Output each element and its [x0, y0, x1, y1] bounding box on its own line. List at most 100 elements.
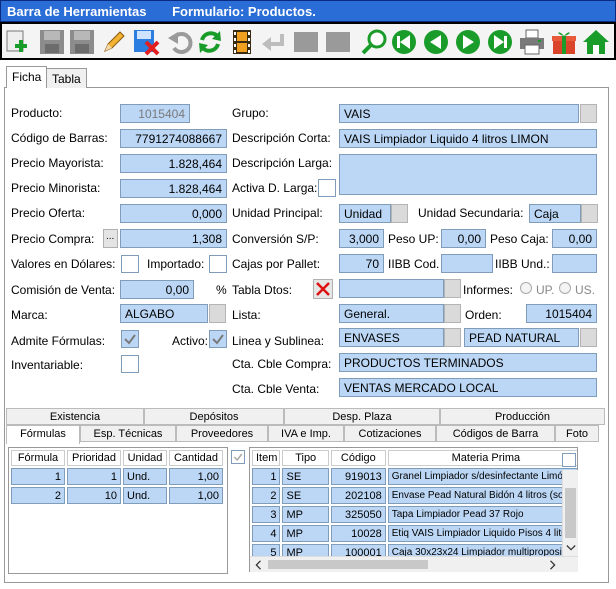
- next-button[interactable]: [454, 28, 482, 56]
- delete-button[interactable]: [132, 28, 160, 56]
- cta-compra-field[interactable]: PRODUCTOS TERMINADOS: [339, 353, 597, 372]
- iibb-cod-field[interactable]: [441, 254, 493, 273]
- materias-vertical-scrollbar[interactable]: [562, 470, 578, 556]
- item-cell[interactable]: 3: [252, 506, 281, 523]
- precio-oferta-field[interactable]: 0,000: [120, 204, 227, 223]
- marca-field[interactable]: ALGABO: [120, 304, 208, 323]
- item-cell[interactable]: 4: [252, 525, 281, 542]
- unidad-secundaria-field[interactable]: Caja: [529, 204, 581, 223]
- iibb-und-field[interactable]: [552, 254, 597, 273]
- blank-button-2[interactable]: [324, 28, 352, 56]
- edit-button[interactable]: [100, 28, 128, 56]
- unidad-cell[interactable]: Und.: [123, 468, 167, 485]
- blank-button-1[interactable]: [292, 28, 320, 56]
- tab-proveedores[interactable]: Proveedores: [176, 425, 268, 442]
- table-row[interactable]: 3 MP 325050 Tapa Limpiador Pead 37 Rojo: [252, 506, 577, 523]
- materias-select-checkbox[interactable]: [562, 453, 576, 467]
- informes-us-radio[interactable]: [559, 282, 571, 294]
- cantidad-cell[interactable]: 1,00: [169, 468, 223, 485]
- materia-cell[interactable]: Envase Pead Natural Bidón 4 litros (sopl: [387, 487, 577, 504]
- desc-corta-field[interactable]: VAIS Limpiador Liquido 4 litros LIMON: [339, 129, 597, 148]
- codigo-cell[interactable]: 919013: [330, 468, 386, 485]
- tab-existencia[interactable]: Existencia: [6, 408, 144, 425]
- informes-up-radio[interactable]: [520, 282, 532, 294]
- codigo-cell[interactable]: 202108: [330, 487, 386, 504]
- tipo-cell[interactable]: MP: [282, 506, 329, 523]
- item-cell[interactable]: 1: [252, 468, 281, 485]
- precio-compra-lookup-button[interactable]: ...: [103, 229, 118, 248]
- valores-dolares-checkbox[interactable]: [121, 255, 139, 273]
- item-cell[interactable]: 2: [252, 487, 281, 504]
- grupo-dropdown[interactable]: [580, 104, 597, 123]
- tab-formulas[interactable]: Fórmulas: [6, 425, 80, 444]
- scroll-thumb[interactable]: [268, 560, 428, 569]
- peso-up-field[interactable]: 0,00: [441, 229, 486, 248]
- unidad-secundaria-dropdown[interactable]: [581, 204, 598, 223]
- table-row[interactable]: 1 SE 919013 Granel Limpiador s/desinfect…: [252, 468, 577, 485]
- home-button[interactable]: [582, 28, 610, 56]
- tab-tabla[interactable]: Tabla: [46, 68, 87, 88]
- formula-cell[interactable]: 2: [11, 487, 65, 504]
- tab-produccion[interactable]: Producción: [440, 408, 605, 425]
- admite-formulas-checkbox[interactable]: [121, 330, 139, 348]
- comision-field[interactable]: 0,00: [120, 280, 194, 299]
- formula-cell[interactable]: 1: [11, 468, 65, 485]
- tab-depositos[interactable]: Depósitos: [144, 408, 284, 425]
- film-button[interactable]: [228, 28, 256, 56]
- table-row[interactable]: 1 1 Und. 1,00: [11, 468, 223, 485]
- tipo-cell[interactable]: SE: [282, 468, 329, 485]
- materia-cell[interactable]: Etiq VAIS Limpiador Liquido Pisos 4 litr…: [387, 525, 577, 542]
- precio-mayorista-field[interactable]: 1.828,464: [120, 154, 227, 173]
- sublinea-dropdown[interactable]: [580, 328, 597, 347]
- tab-desp-plaza[interactable]: Desp. Plaza: [284, 408, 440, 425]
- undo-button[interactable]: [166, 28, 194, 56]
- linea-dropdown[interactable]: [444, 328, 461, 347]
- lista-field[interactable]: General.: [339, 304, 444, 323]
- last-button[interactable]: [486, 28, 514, 56]
- codigo-cell[interactable]: 10028: [330, 525, 386, 542]
- prev-button[interactable]: [422, 28, 450, 56]
- save-button[interactable]: [38, 28, 66, 56]
- lista-dropdown[interactable]: [444, 304, 461, 323]
- tabla-dtos-dropdown[interactable]: [444, 279, 461, 298]
- unidad-cell[interactable]: Und.: [123, 487, 167, 504]
- tab-iva-imp[interactable]: IVA e Imp.: [268, 425, 344, 442]
- prioridad-cell[interactable]: 10: [67, 487, 121, 504]
- importado-checkbox[interactable]: [209, 255, 227, 273]
- gift-button[interactable]: [550, 28, 578, 56]
- precio-minorista-field[interactable]: 1.828,464: [120, 179, 227, 198]
- scroll-thumb[interactable]: [565, 488, 576, 538]
- clear-tabla-dtos-button[interactable]: [313, 279, 333, 299]
- inventariable-checkbox[interactable]: [121, 355, 139, 373]
- prioridad-cell[interactable]: 1: [67, 468, 121, 485]
- unidad-principal-field[interactable]: Unidad: [339, 204, 391, 223]
- tab-codigos-barra[interactable]: Códigos de Barra: [436, 425, 555, 442]
- unidad-principal-dropdown[interactable]: [391, 204, 408, 223]
- table-row[interactable]: 2 SE 202108 Envase Pead Natural Bidón 4 …: [252, 487, 577, 504]
- desc-larga-field[interactable]: [339, 154, 597, 195]
- save-as-button[interactable]: [68, 28, 96, 56]
- marca-dropdown[interactable]: [209, 304, 226, 323]
- refresh-button[interactable]: [196, 28, 224, 56]
- cta-venta-field[interactable]: VENTAS MERCADO LOCAL: [339, 378, 597, 397]
- peso-caja-field[interactable]: 0,00: [552, 229, 597, 248]
- tabla-dtos-field[interactable]: [339, 279, 444, 298]
- codigo-cell[interactable]: 325050: [330, 506, 386, 523]
- print-button[interactable]: [518, 28, 546, 56]
- grupo-field[interactable]: VAIS: [339, 104, 579, 123]
- producto-field[interactable]: 1015404: [120, 104, 190, 123]
- codigo-barras-field[interactable]: 7791274088667: [120, 129, 227, 148]
- search-button[interactable]: [360, 28, 388, 56]
- activo-checkbox[interactable]: [209, 330, 227, 348]
- materia-cell[interactable]: Granel Limpiador s/desinfectante Limón: [387, 468, 577, 485]
- tipo-cell[interactable]: MP: [282, 525, 329, 542]
- tab-ficha[interactable]: Ficha: [6, 66, 48, 89]
- materias-horizontal-scrollbar[interactable]: [250, 556, 578, 572]
- orden-field[interactable]: 1015404: [526, 304, 597, 323]
- first-button[interactable]: [390, 28, 418, 56]
- materia-cell[interactable]: Tapa Limpiador Pead 37 Rojo: [387, 506, 577, 523]
- formulas-select-checkbox[interactable]: [231, 450, 245, 464]
- table-row[interactable]: 4 MP 10028 Etiq VAIS Limpiador Liquido P…: [252, 525, 577, 542]
- conversion-field[interactable]: 3,000: [339, 229, 384, 248]
- activa-d-larga-checkbox[interactable]: [318, 179, 336, 197]
